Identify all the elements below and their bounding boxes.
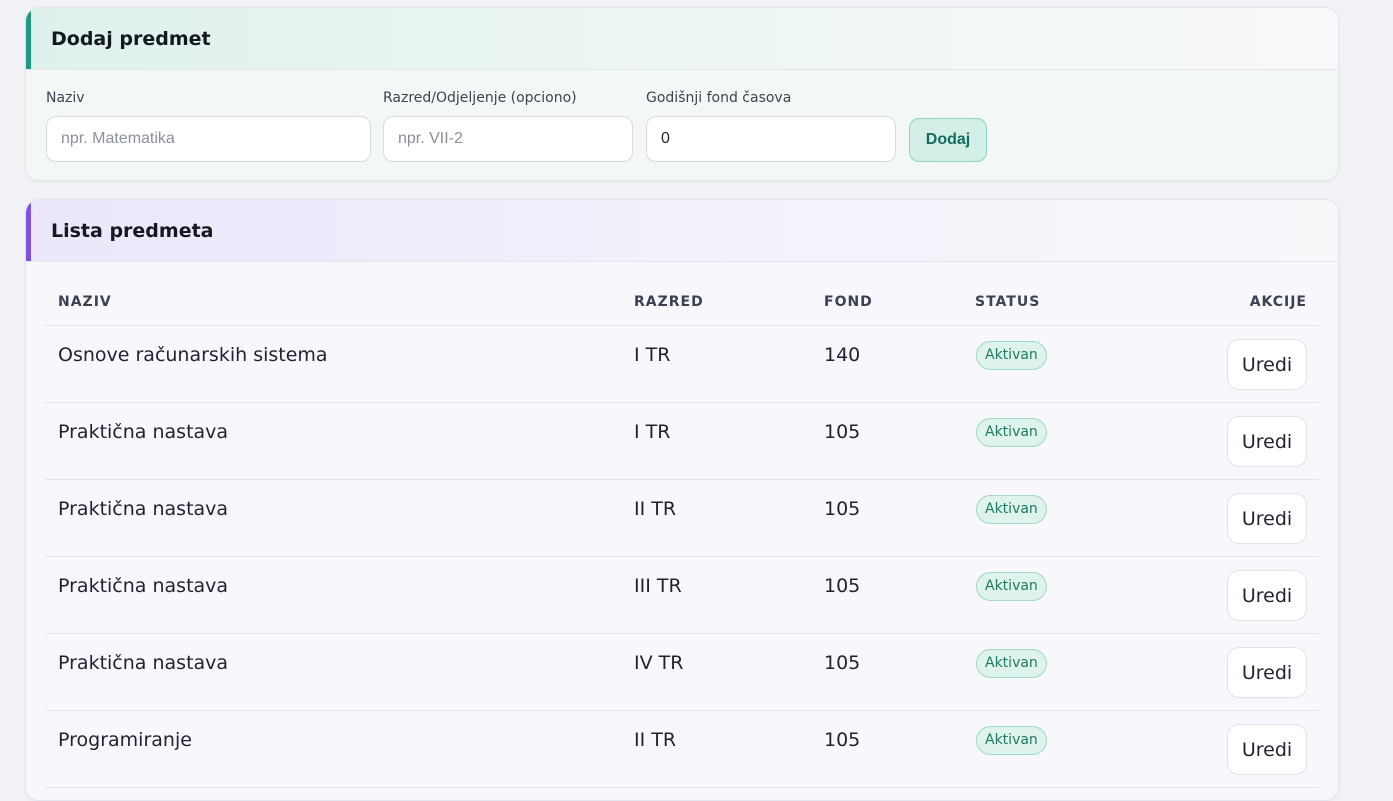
subject-name-cell: Praktična nastava	[58, 652, 229, 674]
add-subject-card: Dodaj predmet Naziv Razred/Odjeljenje (o…	[25, 7, 1339, 181]
edit-button[interactable]: Uredi	[1227, 724, 1307, 775]
class-field-label: Razred/Odjeljenje (opciono)	[383, 90, 577, 106]
subject-fund-cell: 105	[824, 652, 861, 674]
add-button[interactable]: Dodaj	[909, 118, 987, 162]
subject-list-header: Lista predmeta	[26, 200, 1338, 262]
subject-name-cell: Osnove računarskih sistema	[58, 344, 328, 366]
subject-name-cell: Praktična nastava	[58, 575, 229, 597]
table-row: Praktična nastava II TR 105 Aktivan Ured…	[45, 480, 1319, 557]
name-input[interactable]	[46, 116, 371, 162]
hours-input[interactable]	[646, 116, 896, 162]
table-row: Praktična nastava IV TR 105 Aktivan Ured…	[45, 634, 1319, 711]
subject-class-cell: II TR	[634, 729, 677, 751]
status-badge: Aktivan	[976, 495, 1047, 524]
status-badge: Aktivan	[976, 649, 1047, 678]
edit-button[interactable]: Uredi	[1227, 570, 1307, 621]
subject-class-cell: I TR	[634, 421, 671, 443]
table-row: Praktična nastava I TR 105 Aktivan Uredi	[45, 403, 1319, 480]
status-badge: Aktivan	[976, 341, 1047, 370]
edit-button[interactable]: Uredi	[1227, 647, 1307, 698]
name-field-label: Naziv	[46, 90, 85, 106]
subject-name-cell: Praktična nastava	[58, 421, 229, 443]
add-subject-header: Dodaj predmet	[26, 8, 1338, 70]
subject-class-cell: III TR	[634, 575, 682, 597]
subject-name-cell: Programiranje	[58, 729, 192, 751]
table-row: Praktična nastava III TR 105 Aktivan Ure…	[45, 557, 1319, 634]
column-header-fund: FOND	[824, 294, 873, 310]
subject-fund-cell: 105	[824, 729, 861, 751]
table-row: Osnove računarskih sistema I TR 140 Akti…	[45, 326, 1319, 403]
hours-field-label: Godišnji fond časova	[646, 90, 792, 106]
edit-button[interactable]: Uredi	[1227, 493, 1307, 544]
status-badge: Aktivan	[976, 572, 1047, 601]
subject-fund-cell: 105	[824, 421, 861, 443]
subject-class-cell: II TR	[634, 498, 677, 520]
table-header: NAZIV RAZRED FOND STATUS AKCIJE	[45, 262, 1319, 326]
subject-list-card: Lista predmeta NAZIV RAZRED FOND STATUS …	[25, 199, 1339, 801]
subject-class-cell: I TR	[634, 344, 671, 366]
edit-button[interactable]: Uredi	[1227, 416, 1307, 467]
column-header-actions: AKCIJE	[1249, 294, 1307, 310]
subject-table: NAZIV RAZRED FOND STATUS AKCIJE Osnove r…	[45, 262, 1319, 788]
status-badge: Aktivan	[976, 418, 1047, 447]
status-badge: Aktivan	[976, 726, 1047, 755]
subject-class-cell: IV TR	[634, 652, 684, 674]
column-header-class: RAZRED	[634, 294, 704, 310]
subject-list-title: Lista predmeta	[51, 220, 214, 242]
subject-fund-cell: 105	[824, 575, 861, 597]
subject-fund-cell: 105	[824, 498, 861, 520]
accent-bar	[26, 200, 31, 261]
subject-name-cell: Praktična nastava	[58, 498, 229, 520]
class-input[interactable]	[383, 116, 633, 162]
table-row: Programiranje II TR 105 Aktivan Uredi	[45, 711, 1319, 788]
edit-button[interactable]: Uredi	[1227, 339, 1307, 390]
column-header-name: NAZIV	[58, 294, 112, 310]
column-header-status: STATUS	[975, 294, 1041, 310]
accent-bar	[26, 8, 31, 69]
subject-fund-cell: 140	[824, 344, 861, 366]
add-subject-title: Dodaj predmet	[51, 28, 211, 50]
